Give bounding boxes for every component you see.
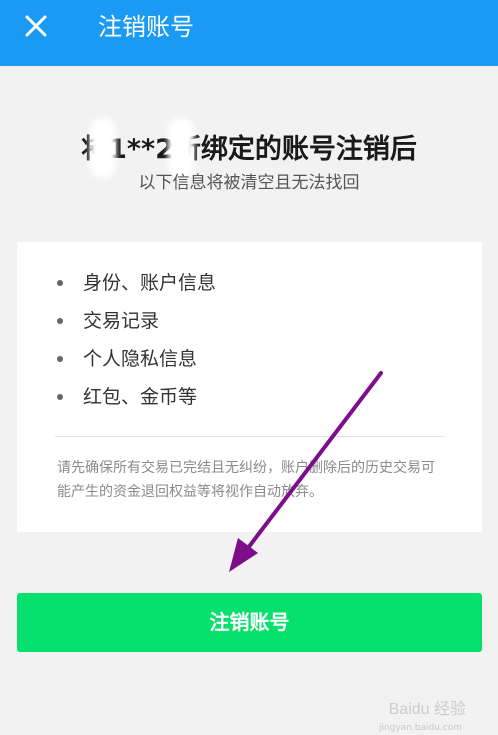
- list-item-text: 交易记录: [83, 310, 160, 332]
- bullet-icon: [57, 280, 63, 286]
- list-item-text: 个人隐私信息: [83, 348, 198, 370]
- bullet-icon: [57, 394, 63, 400]
- close-icon: [25, 15, 47, 37]
- close-button[interactable]: [20, 10, 52, 42]
- list-item-text: 红包、金币等: [83, 386, 198, 408]
- deactivate-account-button[interactable]: 注销账号: [17, 593, 482, 652]
- list-item-text: 身份、账户信息: [83, 272, 217, 294]
- warning-heading: 将1**2所绑定的账号注销后: [81, 134, 417, 165]
- page-title: 注销账号: [98, 13, 194, 41]
- notice-text: 请先确保所有交易已完结且无纠纷，账户删除后的历史交易可能产生的资金退回权益等将视…: [57, 460, 435, 500]
- watermark-logo: Baidu 经验: [388, 701, 466, 718]
- redaction-mark-1: [90, 118, 116, 178]
- redaction-mark-2: [168, 118, 194, 178]
- watermark-url: jingyan.baidu.com: [378, 723, 462, 733]
- bullet-icon: [57, 318, 63, 324]
- top-bar: 注销账号: [0, 0, 498, 66]
- warning-subheading: 以下信息将被清空且无法找回: [138, 173, 360, 193]
- bullet-icon: [57, 356, 63, 362]
- info-card: 身份、账户信息 交易记录 个人隐私信息 红包、金币等 请先确保所有交易已完结且无…: [17, 242, 482, 532]
- divider: [55, 436, 445, 437]
